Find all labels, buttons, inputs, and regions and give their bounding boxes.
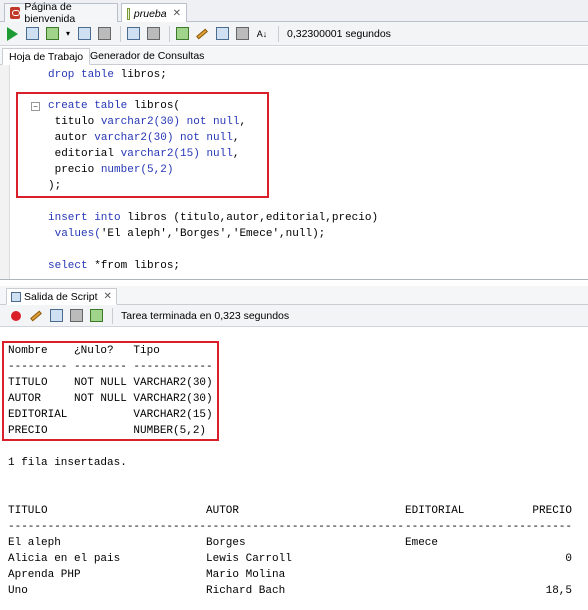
column-header: PRECIO [532,505,572,517]
column-header: AUTOR [206,505,240,517]
cell-titulo: El aleph [8,537,61,549]
cell-autor: Lewis Carroll [206,553,292,565]
run-script-button[interactable] [24,26,40,42]
close-icon[interactable]: ✕ [173,8,181,19]
commit-icon [45,27,59,40]
worksheet-icon [235,27,249,40]
format-icon [215,27,229,40]
cell-precio [506,535,572,551]
clear-button[interactable] [194,26,210,42]
eraser-icon [30,310,42,321]
history-button[interactable] [145,26,161,42]
pin-button[interactable] [8,308,24,324]
highlight-box-describe [2,341,219,441]
toolbar-divider [120,25,121,42]
elapsed-time: 0,32300001 segundos [287,27,391,40]
column-rule: ------------------------------ [8,521,207,533]
code-line: insert into libros (titulo,autor,editori… [48,212,379,224]
cell-titulo: Alicia en el pais [8,553,121,565]
eraser-icon [196,28,208,39]
commit-button[interactable] [44,26,60,42]
column-rule: --------------- [405,521,505,533]
dropdown-chevron-icon[interactable]: ▾ [64,26,72,42]
document-tabs: Página de bienvenida prueba ✕ [0,0,588,25]
run-statement-button[interactable] [4,26,20,42]
toolbar-divider [112,307,113,324]
tab-prueba[interactable]: prueba ✕ [121,3,187,23]
pin-icon [11,310,21,321]
save-icon [49,309,63,322]
buffer-size-button[interactable] [88,308,104,324]
task-status: Tarea terminada en 0,323 segundos [121,309,290,322]
script-output-icon [11,291,21,302]
tab-query-builder[interactable]: Generador de Consultas [84,48,210,65]
toolbar-divider [278,25,279,42]
case-toggle-button[interactable]: A↓ [254,26,270,42]
cell-titulo: Aprenda PHP [8,569,81,581]
close-icon[interactable]: ✕ [104,291,112,302]
oracle-icon [10,7,21,19]
autotrace-icon [126,27,140,40]
cell-precio [506,567,572,583]
unshared-worksheet-button[interactable] [234,26,250,42]
explain-plan-button[interactable] [96,26,112,42]
column-header: EDITORIAL [405,505,465,517]
worksheet-toolbar: ▾ A↓ 0,32300001 segundos [0,22,588,46]
tab-welcome-page[interactable]: Página de bienvenida [4,1,118,25]
buffer-icon [89,309,103,322]
save-output-button[interactable] [48,308,64,324]
print-button[interactable] [68,308,84,324]
tab-script-output[interactable]: Salida de Script ✕ [6,288,117,305]
cell-titulo: Uno [8,585,28,597]
script-icon [25,27,39,40]
code-line: select *from libros; [48,260,181,272]
code-line: values('El aleph','Borges','Emece',null)… [54,228,326,240]
cell-precio: 0 [565,553,572,565]
tab-label: Salida de Script [24,290,98,303]
cell-autor: Borges [206,537,246,549]
sql-tuning-button[interactable] [174,26,190,42]
tab-label: prueba [133,7,167,20]
sql-editor[interactable]: drop table libros; − create table libros… [0,65,588,280]
insert-message: 1 fila insertadas. [8,457,127,469]
format-button[interactable] [214,26,230,42]
output-tabs: Salida de Script ✕ [0,286,588,305]
cell-autor: Mario Molina [206,569,286,581]
cell-precio: 18,5 [545,585,572,597]
output-toolbar: Tarea terminada en 0,323 segundos [0,305,588,327]
tab-worksheet[interactable]: Hoja de Trabajo [2,48,91,65]
explain-icon [97,27,111,40]
column-rule: ------------------------------ [206,521,405,533]
print-icon [69,309,83,322]
column-rule: ---------- [506,521,573,533]
toolbar-divider [169,25,170,42]
highlight-box-create [16,92,269,198]
history-icon [146,27,160,40]
case-icon: A↓ [256,28,268,39]
play-icon [6,26,18,41]
autotrace-button[interactable] [125,26,141,42]
editor-gutter [0,65,10,279]
tuning-icon [175,27,189,40]
cell-autor: Richard Bach [206,585,286,597]
rollback-icon [77,27,91,40]
rollback-button[interactable] [76,26,92,42]
worksheet-tabs: Hoja de Trabajo Generador de Consultas [0,47,588,65]
code-line: drop table libros; [48,69,167,81]
sql-worksheet-icon [127,7,130,20]
script-output: Nombre ¿Nulo? Tipo --------- -------- --… [0,327,588,610]
clear-output-button[interactable] [28,308,44,324]
cell-editorial: Emece [405,537,439,549]
column-header: TITULO [8,505,48,517]
